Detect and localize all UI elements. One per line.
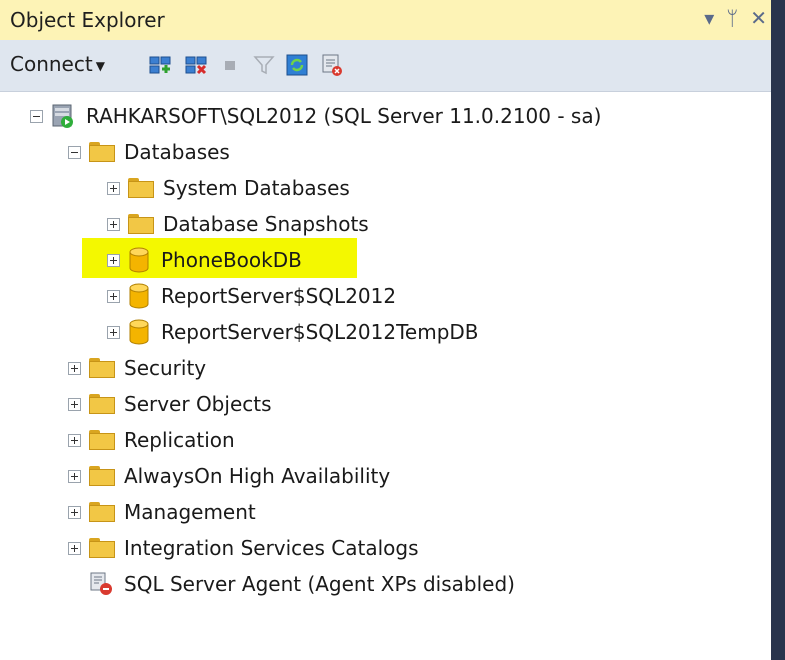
folder-icon bbox=[89, 538, 115, 558]
folder-icon bbox=[89, 394, 115, 414]
chevron-down-icon: ▼ bbox=[95, 58, 105, 73]
sql-agent-disabled-icon bbox=[90, 572, 112, 595]
object-explorer-toolbar: Connect ▼ bbox=[0, 40, 771, 92]
connect-object-explorer-icon[interactable] bbox=[148, 53, 172, 77]
folder-icon bbox=[89, 502, 115, 522]
expand-toggle[interactable] bbox=[68, 469, 81, 483]
refresh-icon[interactable] bbox=[285, 53, 309, 77]
object-explorer-titlebar: Object Explorer ▾ ᛘ ✕ bbox=[0, 0, 771, 40]
tree-node-security[interactable]: Security bbox=[68, 350, 206, 386]
expand-toggle[interactable] bbox=[107, 289, 120, 303]
auto-hide-pin-icon[interactable]: ᛘ bbox=[726, 6, 738, 30]
tree-node-reportserver-tempdb[interactable]: ReportServer$SQL2012TempDB bbox=[107, 314, 479, 350]
management-label: Management bbox=[124, 500, 256, 524]
expand-toggle[interactable] bbox=[68, 505, 81, 519]
expand-toggle[interactable] bbox=[107, 253, 120, 267]
tree-node-sql-agent[interactable]: SQL Server Agent (Agent XPs disabled) bbox=[68, 566, 515, 602]
phonebookdb-label: PhoneBookDB bbox=[161, 248, 302, 272]
tree-node-management[interactable]: Management bbox=[68, 494, 256, 530]
connect-label: Connect bbox=[10, 52, 93, 76]
expand-toggle[interactable] bbox=[68, 397, 81, 411]
close-icon[interactable]: ✕ bbox=[750, 6, 767, 30]
tree-node-phonebookdb[interactable]: PhoneBookDB bbox=[107, 242, 302, 278]
alwayson-label: AlwaysOn High Availability bbox=[124, 464, 391, 488]
tree-node-replication[interactable]: Replication bbox=[68, 422, 235, 458]
folder-icon bbox=[89, 430, 115, 450]
database-icon bbox=[129, 247, 149, 273]
folder-icon bbox=[89, 358, 115, 378]
panel-title: Object Explorer bbox=[10, 8, 165, 32]
sql-agent-label: SQL Server Agent (Agent XPs disabled) bbox=[124, 572, 515, 596]
expand-toggle[interactable] bbox=[107, 325, 120, 339]
panel-controls: ▾ ᛘ ✕ bbox=[704, 6, 767, 30]
window-position-dropdown-icon[interactable]: ▾ bbox=[704, 6, 714, 30]
tree-node-reportserver[interactable]: ReportServer$SQL2012 bbox=[107, 278, 396, 314]
integration-services-label: Integration Services Catalogs bbox=[124, 536, 419, 560]
expand-toggle[interactable] bbox=[68, 433, 81, 447]
security-label: Security bbox=[124, 356, 207, 380]
replication-label: Replication bbox=[124, 428, 235, 452]
stop-icon[interactable] bbox=[218, 53, 242, 77]
connect-button[interactable]: Connect ▼ bbox=[10, 52, 105, 76]
window-border bbox=[771, 0, 785, 660]
object-explorer-tree-overlay: PhoneBookDB ReportServer$SQL2012 ReportS… bbox=[0, 92, 771, 660]
database-icon bbox=[129, 283, 149, 309]
folder-icon bbox=[89, 466, 115, 486]
database-icon bbox=[129, 319, 149, 345]
reportserver-label: ReportServer$SQL2012 bbox=[161, 284, 397, 308]
activity-monitor-icon[interactable] bbox=[320, 53, 344, 77]
server-objects-label: Server Objects bbox=[124, 392, 272, 416]
tree-node-alwayson[interactable]: AlwaysOn High Availability bbox=[68, 458, 390, 494]
expand-toggle[interactable] bbox=[68, 361, 81, 375]
filter-icon[interactable] bbox=[252, 53, 276, 77]
disconnect-icon[interactable] bbox=[184, 53, 208, 77]
reportserver-tempdb-label: ReportServer$SQL2012TempDB bbox=[161, 320, 479, 344]
tree-node-server-objects[interactable]: Server Objects bbox=[68, 386, 272, 422]
tree-node-integration-services[interactable]: Integration Services Catalogs bbox=[68, 530, 418, 566]
expand-toggle[interactable] bbox=[68, 541, 81, 555]
